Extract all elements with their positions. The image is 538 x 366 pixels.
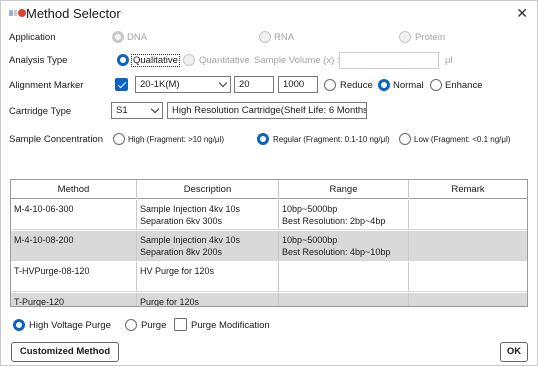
cell-range: 10bp~5000bp Best Resolution: 2bp~4bp bbox=[279, 200, 409, 230]
alignment-marker-row: Alignment Marker 20-1K(M) 20 1000 Reduce… bbox=[1, 75, 537, 95]
title-bar: Method Selector ✕ bbox=[1, 1, 537, 27]
header-range: Range bbox=[279, 180, 409, 199]
application-label: Application bbox=[9, 32, 56, 43]
marker-high-input[interactable]: 1000 bbox=[278, 76, 318, 93]
table-row[interactable]: M-4-10-08-200 Sample Injection 4kv 10s S… bbox=[11, 231, 527, 261]
cartridge-row: Cartridge Type S1 High Resolution Cartri… bbox=[1, 100, 537, 120]
radio-quantitative-label: Quantitative bbox=[199, 55, 250, 66]
alignment-marker-checkbox[interactable] bbox=[115, 78, 128, 91]
cell-description: HV Purge for 120s bbox=[137, 262, 279, 292]
purge-options-row: High Voltage Purge Purge Purge Modificat… bbox=[1, 316, 537, 336]
radio-protein bbox=[399, 31, 411, 43]
purge-modification-checkbox[interactable] bbox=[174, 318, 187, 331]
cell-range bbox=[279, 262, 409, 292]
radio-reduce[interactable] bbox=[324, 79, 336, 91]
radio-concentration-regular-label[interactable]: Regular (Fragment: 0.1-10 ng/μl) bbox=[273, 135, 390, 144]
cell-method: T-HVPurge-08-120 bbox=[11, 262, 137, 292]
cartridge-select[interactable]: S1 bbox=[111, 102, 163, 119]
close-icon[interactable]: ✕ bbox=[516, 5, 528, 22]
header-method: Method bbox=[11, 180, 137, 199]
alignment-marker-select[interactable]: 20-1K(M) bbox=[135, 76, 231, 93]
sample-concentration-label: Sample Concentration bbox=[9, 134, 103, 145]
sample-volume-label: Sample Volume (x) : bbox=[254, 55, 340, 66]
table-row[interactable]: T-Purge-120 Purge for 120s bbox=[11, 293, 527, 307]
cell-description: Sample Injection 4kv 10s Separation 8kv … bbox=[137, 231, 279, 261]
table-header: Method Description Range Remark bbox=[11, 180, 527, 199]
methods-table: Method Description Range Remark M-4-10-0… bbox=[10, 179, 528, 307]
cell-remark bbox=[409, 200, 527, 230]
description-line-1: Sample Injection 4kv 10s bbox=[140, 235, 241, 245]
radio-qualitative-label[interactable]: Qualitative bbox=[131, 54, 180, 67]
cell-remark bbox=[409, 293, 527, 306]
radio-purge-label[interactable]: Purge bbox=[141, 320, 166, 331]
radio-rna-label: RNA bbox=[274, 32, 295, 43]
alignment-marker-select-value: 20-1K(M) bbox=[140, 79, 180, 90]
cell-method: M-4-10-08-200 bbox=[11, 231, 137, 261]
chevron-down-icon bbox=[150, 104, 160, 114]
description-line-2: Separation 8kv 200s bbox=[140, 247, 223, 257]
table-row[interactable]: M-4-10-06-300 Sample Injection 4kv 10s S… bbox=[11, 200, 527, 230]
cell-remark bbox=[409, 262, 527, 292]
method-selector-window: Method Selector ✕ Application DNA RNA Pr… bbox=[0, 0, 538, 366]
alignment-marker-label: Alignment Marker bbox=[9, 80, 84, 91]
customized-method-button[interactable]: Customized Method bbox=[11, 342, 119, 362]
radio-enhance-label[interactable]: Enhance bbox=[445, 80, 483, 91]
radio-normal[interactable] bbox=[378, 79, 390, 91]
radio-concentration-high[interactable] bbox=[113, 133, 125, 145]
description-line-1: HV Purge for 120s bbox=[140, 266, 215, 276]
description-line-1: Purge for 120s bbox=[140, 297, 200, 307]
radio-reduce-label[interactable]: Reduce bbox=[340, 80, 373, 91]
cell-method: M-4-10-06-300 bbox=[11, 200, 137, 230]
range-line-2: Best Resolution: 4bp~10bp bbox=[282, 247, 391, 257]
header-description: Description bbox=[137, 180, 279, 199]
radio-concentration-regular[interactable] bbox=[257, 133, 269, 145]
cell-description: Sample Injection 4kv 10s Separation 6kv … bbox=[137, 200, 279, 230]
cartridge-type-label: Cartridge Type bbox=[9, 106, 72, 117]
ok-button[interactable]: OK bbox=[500, 342, 528, 362]
application-row: Application DNA RNA Protein bbox=[1, 28, 537, 48]
radio-protein-label: Protein bbox=[415, 32, 446, 43]
cell-remark bbox=[409, 231, 527, 261]
analysis-type-label: Analysis Type bbox=[9, 55, 68, 66]
cartridge-select-value: S1 bbox=[116, 105, 128, 116]
header-remark: Remark bbox=[451, 184, 485, 195]
radio-dna-label: DNA bbox=[127, 32, 148, 43]
cell-range: 10bp~5000bp Best Resolution: 4bp~10bp bbox=[279, 231, 409, 261]
range-line-1: 10bp~5000bp bbox=[282, 235, 338, 245]
range-line-1: 10bp~5000bp bbox=[282, 204, 338, 214]
sample-volume-unit: μl bbox=[445, 55, 453, 66]
analysis-type-row: Analysis Type Qualitative Quantitative S… bbox=[1, 50, 537, 70]
app-icon bbox=[9, 9, 26, 17]
radio-dna bbox=[112, 31, 124, 43]
cell-method: T-Purge-120 bbox=[11, 293, 137, 306]
radio-enhance[interactable] bbox=[430, 79, 442, 91]
radio-concentration-low[interactable] bbox=[399, 133, 411, 145]
range-line-2: Best Resolution: 2bp~4bp bbox=[282, 216, 386, 226]
radio-normal-label[interactable]: Normal bbox=[393, 80, 424, 91]
radio-high-voltage-purge[interactable] bbox=[13, 319, 25, 331]
purge-modification-label[interactable]: Purge Modification bbox=[191, 320, 270, 331]
radio-concentration-high-label[interactable]: High (Fragment: >10 ng/μl) bbox=[128, 135, 224, 144]
radio-quantitative bbox=[183, 54, 195, 66]
radio-purge[interactable] bbox=[125, 319, 137, 331]
window-title: Method Selector bbox=[26, 6, 121, 21]
radio-concentration-low-label[interactable]: Low (Fragment: <0.1 ng/μl) bbox=[414, 135, 510, 144]
marker-low-input[interactable]: 20 bbox=[234, 76, 274, 93]
radio-high-voltage-purge-label[interactable]: High Voltage Purge bbox=[29, 320, 111, 331]
description-line-2: Separation 6kv 300s bbox=[140, 216, 223, 226]
description-line-1: Sample Injection 4kv 10s bbox=[140, 204, 241, 214]
radio-qualitative[interactable] bbox=[117, 54, 129, 66]
cartridge-description-field: High Resolution Cartridge(Shelf Life: 6 … bbox=[167, 102, 367, 119]
chevron-down-icon bbox=[218, 78, 228, 88]
table-row[interactable]: T-HVPurge-08-120 HV Purge for 120s bbox=[11, 262, 527, 292]
sample-concentration-row: Sample Concentration High (Fragment: >10… bbox=[1, 128, 537, 148]
cell-range bbox=[279, 293, 409, 306]
radio-rna bbox=[259, 31, 271, 43]
cell-description: Purge for 120s bbox=[137, 293, 279, 307]
sample-volume-input bbox=[339, 52, 439, 69]
